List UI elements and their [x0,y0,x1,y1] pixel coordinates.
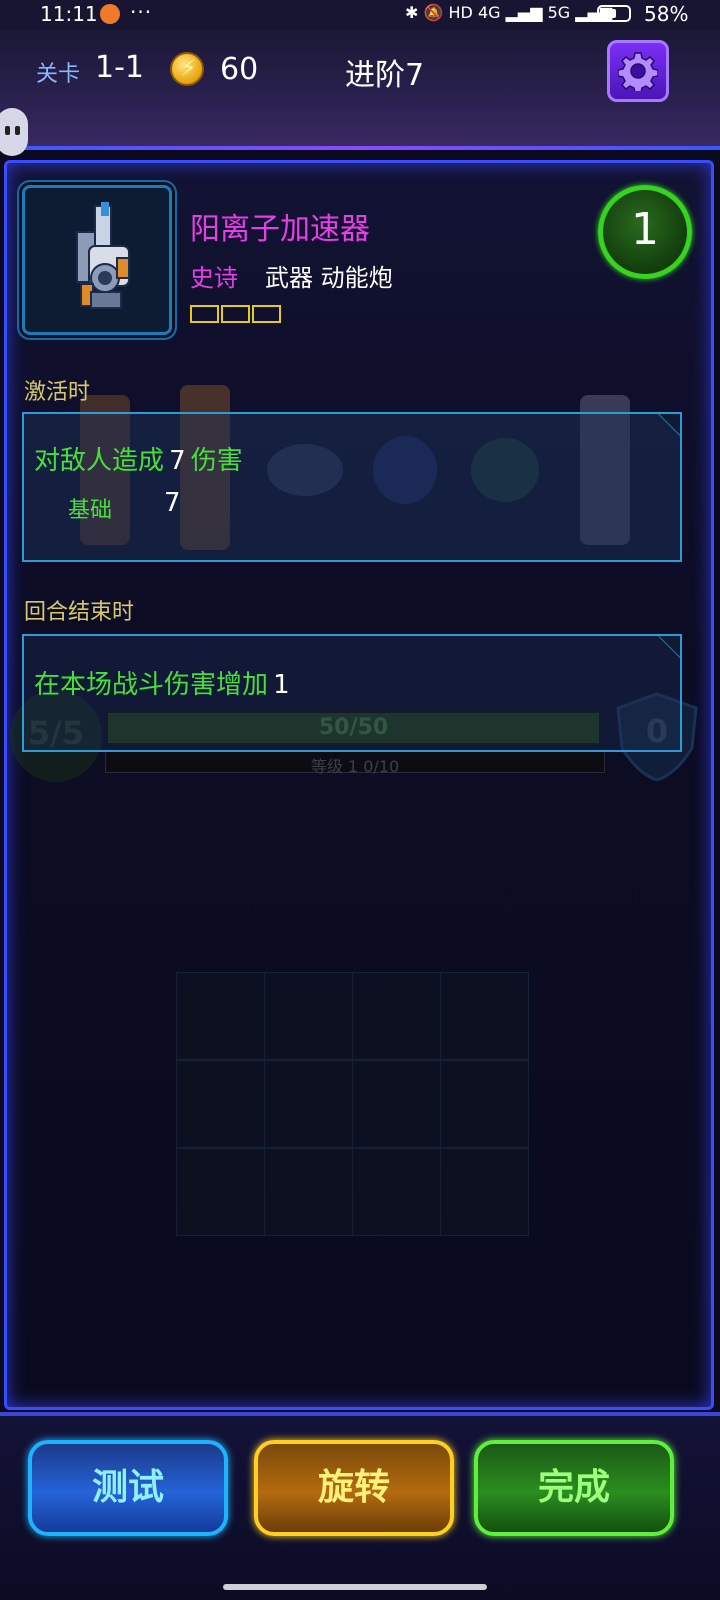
test-button-label: 测试 [91,1467,164,1508]
more-notifications-icon: ··· [130,0,153,24]
accelerator-weapon-icon [76,202,130,309]
done-button[interactable]: 完成 [474,1440,674,1536]
grid-cell [352,1148,441,1236]
grid-cell [264,1060,353,1148]
done-button-label: 完成 [537,1467,610,1508]
home-indicator[interactable] [223,1584,487,1590]
effect-value: 7 [169,446,186,476]
upgrade-slot [221,305,250,323]
grid-cell [176,972,265,1060]
advance-stage: 进阶7 [345,58,425,93]
item-types: 武器 动能炮 [265,264,393,292]
rotate-button-label: 旋转 [317,1467,390,1508]
effect-sub-value: 7 [164,488,181,518]
box-corner-inner [659,414,680,435]
energy-cost-badge: 1 [598,185,692,279]
coin-count: 60 [220,52,259,87]
header-divider [0,146,720,150]
coin-glyph: ⚡ [181,56,197,81]
trigger-label-turn-end: 回合结束时 [24,600,135,625]
grid-cell [440,1060,529,1148]
effect-box-turn-end: 在本场战斗伤害增加 1 [22,634,682,752]
effect-text: 在本场战斗伤害增加 [34,670,269,700]
status-bar: 11:11 ··· ✱ 🔕 HD 4G ▂▄▆ 5G ▂▄▆ 58% [0,0,720,30]
effect-suffix: 伤害 [190,446,243,476]
item-thumbnail [22,185,172,335]
energy-cost-value: 1 [631,204,659,255]
equipment-grid [176,972,530,1236]
grid-cell [440,972,529,1060]
side-drawer-handle[interactable] [0,108,28,156]
level-progress-text: 等级 1 0/10 [310,757,400,776]
grid-cell [176,1148,265,1236]
coin-icon: ⚡ [170,52,204,86]
upgrade-slot [252,305,281,323]
level-value: 1-1 [95,50,144,85]
grid-cell [440,1148,529,1236]
gear-icon [618,52,658,91]
effect-line: 在本场战斗伤害增加 1 [34,664,290,701]
box-corner-inner [659,636,680,657]
effect-text: 对敌人造成 [34,446,165,476]
effect-sub-label: 基础 [68,498,113,523]
battery-percent: 58% [644,2,689,26]
grid-cell [176,1060,265,1148]
effect-value: 1 [273,670,290,700]
signal-icons: ✱ 🔕 HD 4G ▂▄▆ 5G ▂▄▆ [405,3,613,22]
battery-icon [597,5,631,22]
trigger-label-activate: 激活时 [24,380,91,405]
item-rarity: 史诗 [190,264,238,292]
handle-dot [5,126,10,135]
effect-line: 对敌人造成 7 伤害 [34,440,243,477]
handle-dot [15,126,20,135]
item-name: 阳离子加速器 [190,212,370,247]
settings-button[interactable] [607,40,669,102]
app-notification-icon [100,4,120,24]
grid-cell [352,1060,441,1148]
grid-cell [352,972,441,1060]
upgrade-slots [190,305,283,327]
test-button[interactable]: 测试 [28,1440,228,1536]
grid-cell [264,1148,353,1236]
rotate-button[interactable]: 旋转 [254,1440,454,1536]
grid-cell [264,972,353,1060]
effect-box-activate: 对敌人造成 7 伤害 基础 7 [22,412,682,562]
status-time: 11:11 [40,2,98,26]
level-label: 关卡 [36,62,81,87]
action-bar-divider [0,1412,720,1416]
upgrade-slot [190,305,219,323]
level-progress-bar: 等级 1 0/10 [105,751,605,776]
